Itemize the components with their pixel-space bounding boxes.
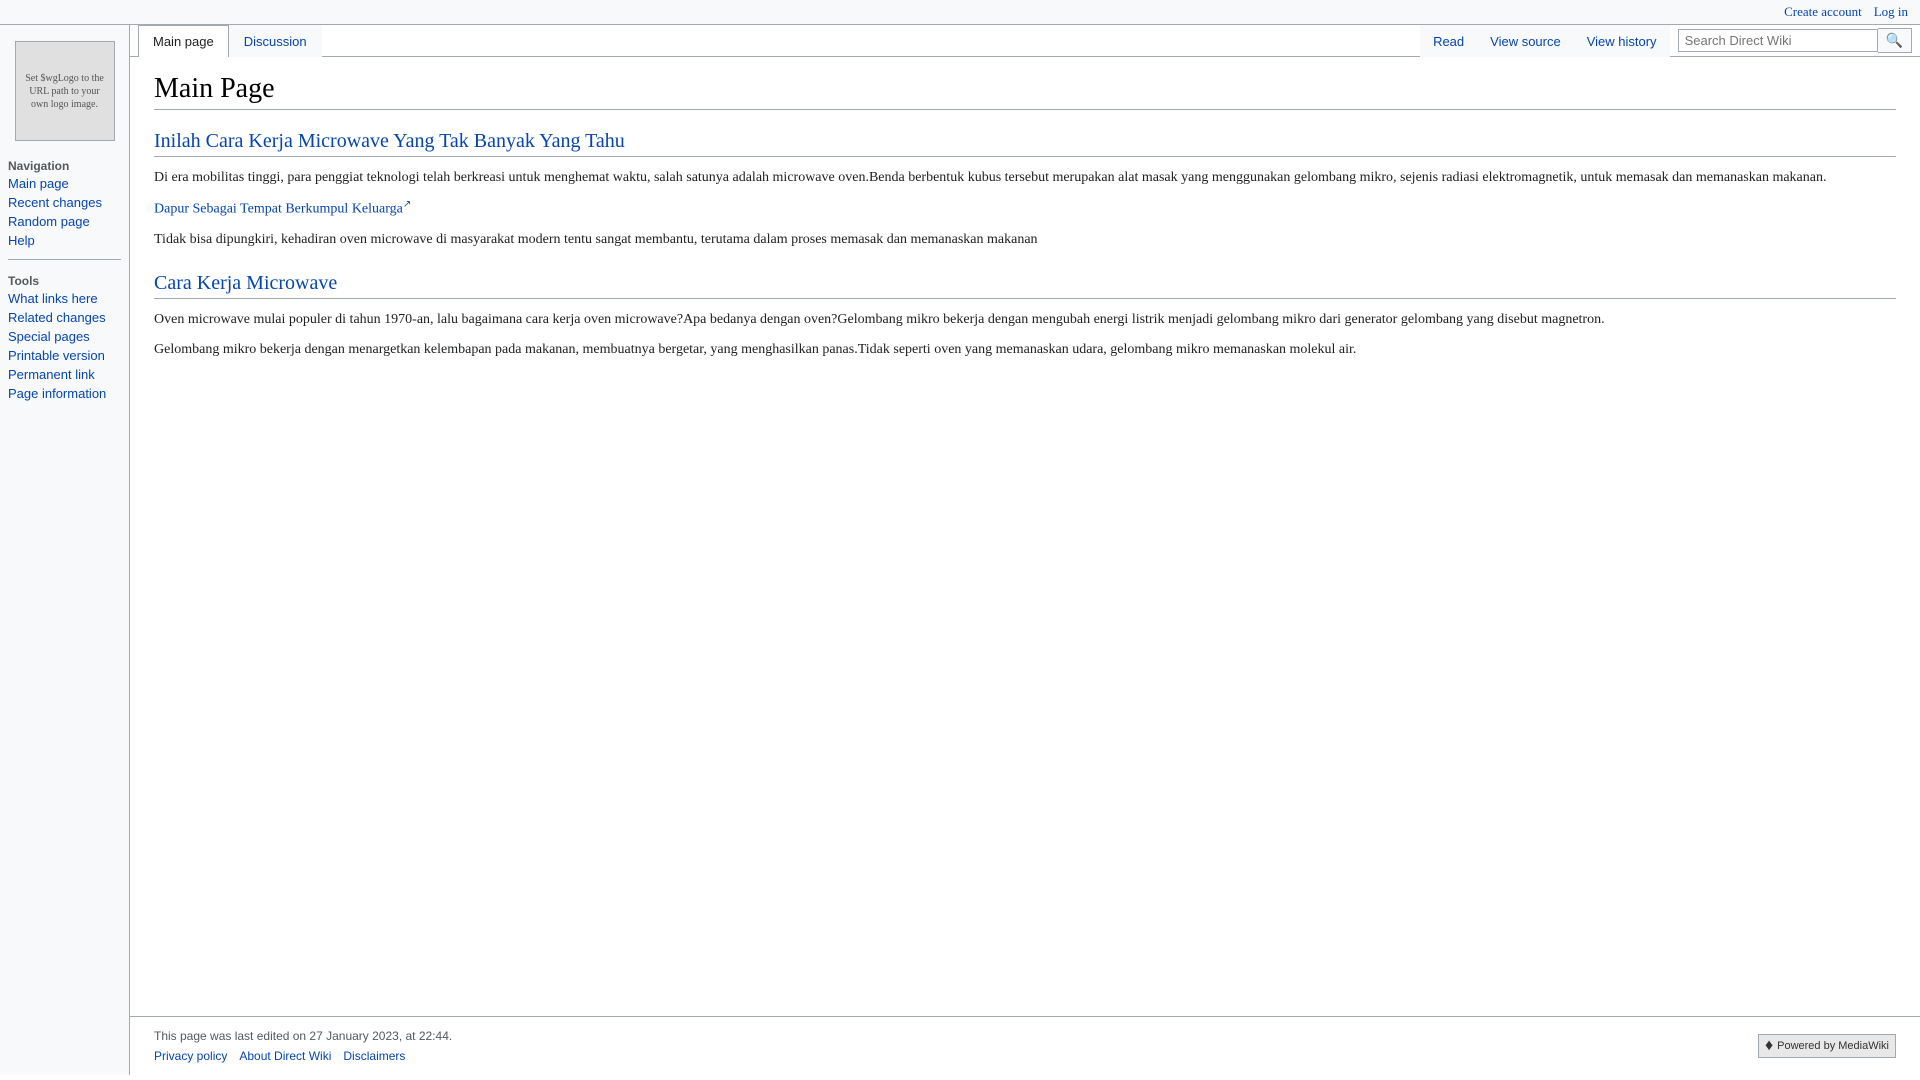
log-in-link[interactable]: Log in [1874,4,1908,20]
last-edited-text: This page was last edited on 27 January … [154,1029,452,1043]
about-link[interactable]: About Direct Wiki [239,1049,331,1063]
tab-view-history[interactable]: View history [1574,25,1670,57]
tools-section-title: Tools [0,268,129,290]
tools-list: What links here Related changes Special … [0,290,129,404]
section1-paragraph2: Tidak bisa dipungkiri, kehadiran oven mi… [154,229,1896,251]
search-button[interactable]: 🔍 [1878,28,1912,53]
site-logo: Set $wgLogo to the URL path to your own … [15,41,115,141]
sidebar-item-what-links-here[interactable]: What links here [8,290,121,309]
layout: Set $wgLogo to the URL path to your own … [0,25,1920,1075]
tab-read[interactable]: Read [1420,25,1477,57]
section1-heading: Inilah Cara Kerja Microwave Yang Tak Ban… [154,130,1896,157]
section1-link-paragraph: Dapur Sebagai Tempat Berkumpul Keluarga [154,197,1896,221]
sidebar-item-help[interactable]: Help [8,232,121,251]
sidebar-item-random-page[interactable]: Random page [8,213,121,232]
sidebar-item-permanent-link[interactable]: Permanent link [8,366,121,385]
footer-powered: ♦ Powered by MediaWiki [1758,1034,1896,1058]
sidebar-divider [8,259,121,260]
section2-paragraph1: Oven microwave mulai populer di tahun 19… [154,309,1896,331]
navigation-section-title: Navigation [0,153,129,175]
footer-links: Privacy policy About Direct Wiki Disclai… [154,1049,452,1063]
top-bar: Create account Log in [0,0,1920,25]
mediawiki-badge: ♦ Powered by MediaWiki [1758,1034,1896,1058]
tab-bar: Main page Discussion Read View source Vi… [130,25,1920,57]
content-area: Main Page Inilah Cara Kerja Microwave Ya… [130,57,1920,1016]
sidebar-item-page-information[interactable]: Page information [8,385,121,404]
tab-main-page[interactable]: Main page [138,25,229,57]
privacy-policy-link[interactable]: Privacy policy [154,1049,227,1063]
section2-heading: Cara Kerja Microwave [154,272,1896,299]
sidebar-item-recent-changes[interactable]: Recent changes [8,194,121,213]
disclaimers-link[interactable]: Disclaimers [343,1049,405,1063]
mediawiki-icon: ♦ [1765,1037,1773,1055]
sidebar-item-related-changes[interactable]: Related changes [8,309,121,328]
sidebar: Set $wgLogo to the URL path to your own … [0,25,130,1075]
sidebar-item-printable-version[interactable]: Printable version [8,347,121,366]
powered-by-text: Powered by MediaWiki [1777,1040,1889,1052]
page-title: Main Page [154,73,1896,110]
sidebar-item-special-pages[interactable]: Special pages [8,328,121,347]
footer: This page was last edited on 27 January … [130,1016,1920,1075]
section2-paragraph2: Gelombang mikro bekerja dengan menargetk… [154,339,1896,361]
tab-actions: Read View source View history 🔍 [1420,25,1920,56]
section1-paragraph1: Di era mobilitas tinggi, para penggiat t… [154,167,1896,189]
section1-link[interactable]: Dapur Sebagai Tempat Berkumpul Keluarga [154,202,411,217]
tab-discussion[interactable]: Discussion [229,25,322,57]
main-area: Main page Discussion Read View source Vi… [130,25,1920,1075]
external-link-icon [403,202,411,217]
footer-left: This page was last edited on 27 January … [154,1029,452,1063]
tab-view-source[interactable]: View source [1477,25,1574,57]
create-account-link[interactable]: Create account [1784,4,1862,20]
search-form: 🔍 [1678,28,1912,53]
sidebar-item-main-page[interactable]: Main page [8,175,121,194]
search-input[interactable] [1678,29,1878,52]
navigation-list: Main page Recent changes Random page Hel… [0,175,129,251]
